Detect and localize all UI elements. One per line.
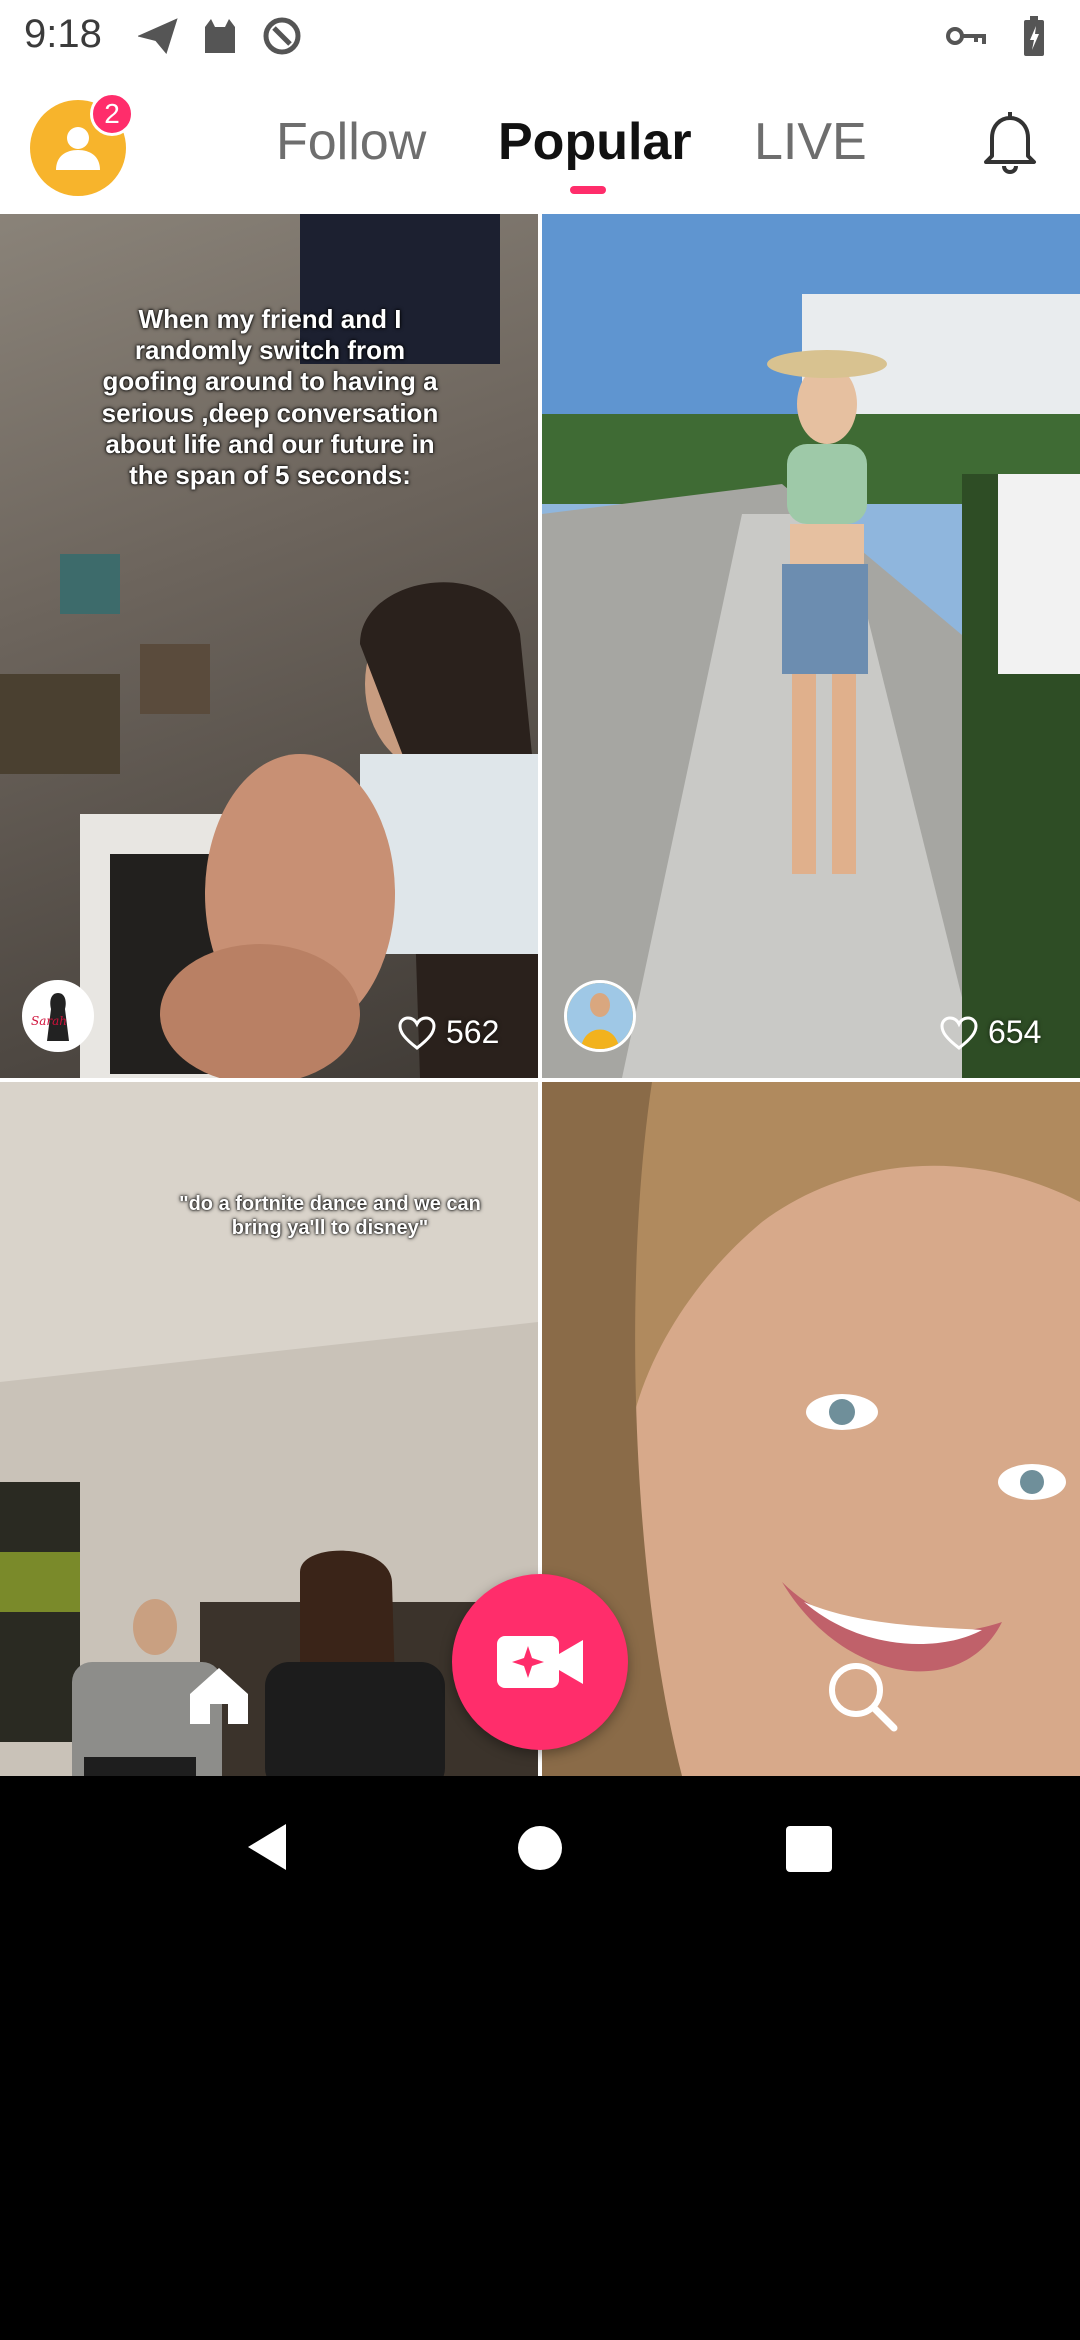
record-video-button[interactable] [452,1574,628,1750]
back-button[interactable] [240,1820,294,1879]
home-icon [190,1668,248,1724]
cat-icon [198,14,242,58]
status-time: 9:18 [24,12,102,56]
status-icons-left [136,14,304,58]
creator-avatar[interactable] [564,980,636,1052]
video-tile[interactable]: When my friend and I randomly switch fro… [0,214,538,1078]
creator-avatar[interactable]: Sarah [22,980,94,1052]
tab-live[interactable]: LIVE [754,112,867,172]
notifications-button[interactable] [974,106,1046,178]
video-caption: When my friend and I randomly switch fro… [101,304,439,490]
send-icon [136,14,180,58]
tab-follow[interactable]: Follow [276,112,426,172]
recents-icon[interactable] [786,1826,832,1872]
video-caption: "do a fortnite dance and we can bring ya… [179,1193,481,1239]
creator-avatar-text: Sarah [31,1014,67,1028]
bell-icon [984,112,1036,175]
like-count-value: 562 [446,1014,500,1050]
battery-charging-icon [1012,14,1056,58]
back-icon [248,1824,286,1870]
system-navigation-bar [0,1776,1080,1918]
search-icon [829,1663,898,1732]
video-tile[interactable]: 654 [542,214,1080,1078]
home-button[interactable] [184,1660,264,1740]
video-thumbnail [542,214,1080,1078]
home-circle-icon[interactable] [518,1826,562,1870]
vpn-key-icon [944,14,988,58]
like-count: 654 [940,1014,1041,1051]
video-feed-grid: When my friend and I randomly switch fro… [0,214,1080,1776]
top-header: 2 Follow Popular LIVE [0,72,1080,216]
status-bar: 9:18 [0,0,1080,72]
tab-popular[interactable]: Popular [498,112,692,172]
record-video-icon [497,1636,583,1688]
status-icons-right [944,14,1056,58]
active-tab-indicator [570,186,606,194]
like-count-value: 654 [988,1014,1042,1050]
search-button[interactable] [822,1656,912,1746]
heart-icon [398,1015,436,1050]
feed-tabs: Follow Popular LIVE [0,72,1080,214]
heart-icon [940,1015,978,1050]
data-saver-icon [260,14,304,58]
like-count: 562 [398,1014,499,1051]
